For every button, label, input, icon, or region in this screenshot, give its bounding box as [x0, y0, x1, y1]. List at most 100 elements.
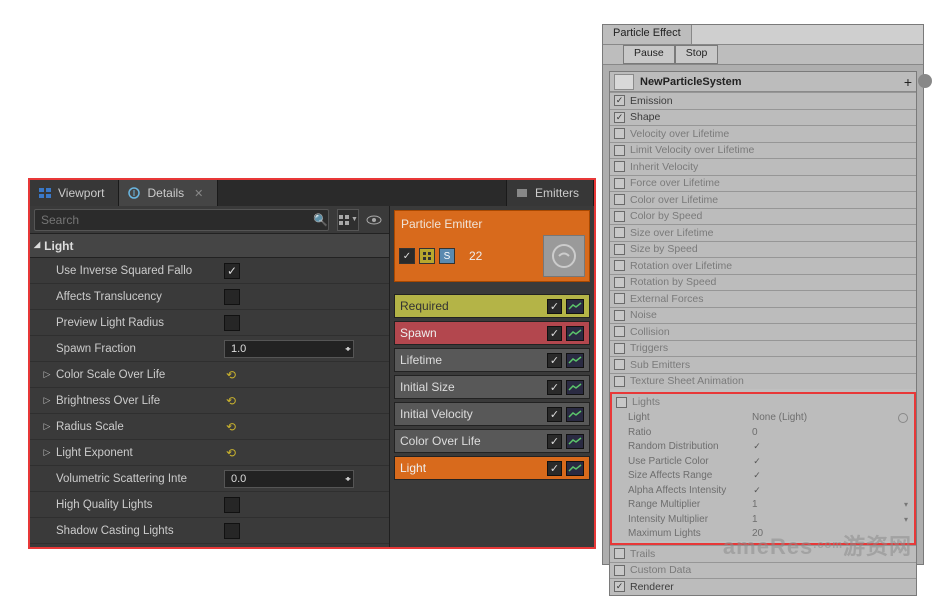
module-lights[interactable]: Lights — [612, 394, 914, 411]
stop-button[interactable]: Stop — [675, 45, 719, 64]
graph-icon[interactable] — [566, 461, 584, 476]
module-collision[interactable]: Collision — [610, 323, 916, 340]
system-header[interactable]: NewParticleSystem + — [610, 72, 916, 92]
module-sub-emitters[interactable]: Sub Emitters — [610, 356, 916, 373]
checkbox-shadow-lights[interactable] — [224, 523, 240, 539]
reset-icon[interactable]: ⟲ — [226, 446, 236, 460]
emitter-toggle-enabled[interactable]: ✓ — [399, 248, 415, 264]
reset-icon[interactable]: ⟲ — [226, 394, 236, 408]
module-initial-velocity[interactable]: Initial Velocity✓ — [394, 402, 590, 426]
details-column: 🔍 ▼ Light Use Inverse Squared Fallo ✓ Af… — [30, 206, 390, 547]
unity-tab-bar: Particle Effect — [603, 25, 923, 45]
lights-module-expanded: Lights LightNone (Light) Ratio0 Random D… — [610, 392, 916, 545]
prop-affects-translucency: Affects Translucency — [30, 284, 389, 310]
reset-icon[interactable]: ⟲ — [226, 420, 236, 434]
prop-size-affects-range[interactable]: Size Affects Range✓ — [612, 469, 914, 484]
module-color-over-life[interactable]: Color Over Life✓ — [394, 429, 590, 453]
prop-use-particle-color[interactable]: Use Particle Color✓ — [612, 454, 914, 469]
module-light[interactable]: Light✓ — [394, 456, 590, 480]
object-picker-icon[interactable] — [898, 413, 908, 423]
checkbox-hq-lights[interactable] — [224, 497, 240, 513]
category-light[interactable]: Light — [30, 234, 389, 258]
emitter-toggle-solo[interactable] — [419, 248, 435, 264]
emitter-thumbnail — [543, 235, 585, 277]
module-shape[interactable]: ✓Shape — [610, 109, 916, 126]
module-color-lifetime[interactable]: Color over Lifetime — [610, 191, 916, 208]
module-lifetime[interactable]: Lifetime✓ — [394, 348, 590, 372]
prop-volumetric-scattering: Volumetric Scattering Inte 0.0◂▸ — [30, 466, 389, 492]
emitters-column: Particle Emitter ✓ S 22 Required✓ Spawn✓… — [390, 206, 594, 547]
module-rotation-lifetime[interactable]: Rotation over Lifetime — [610, 257, 916, 274]
view-options-button[interactable]: ▼ — [337, 209, 359, 231]
tab-details[interactable]: Details ✕ — [119, 180, 218, 206]
emitter-count: 22 — [469, 249, 482, 263]
prop-hq-lights: High Quality Lights — [30, 492, 389, 518]
graph-icon[interactable] — [566, 326, 584, 341]
close-icon[interactable]: ✕ — [194, 187, 203, 200]
input-spawn-fraction[interactable]: 1.0◂▸ — [224, 340, 354, 358]
module-rotation-speed[interactable]: Rotation by Speed — [610, 274, 916, 291]
module-emission[interactable]: ✓Emission — [610, 92, 916, 109]
module-size-lifetime[interactable]: Size over Lifetime — [610, 224, 916, 241]
emitter-header[interactable]: Particle Emitter ✓ S 22 — [394, 210, 590, 282]
module-inherit-velocity[interactable]: Inherit Velocity — [610, 158, 916, 175]
module-initial-size[interactable]: Initial Size✓ — [394, 375, 590, 399]
prop-radius-scale: ▷Radius Scale ⟲ — [30, 414, 389, 440]
checkbox-preview-radius[interactable] — [224, 315, 240, 331]
graph-icon[interactable] — [566, 353, 584, 368]
prop-brightness: ▷Brightness Over Life ⟲ — [30, 388, 389, 414]
prop-light-object[interactable]: LightNone (Light) — [612, 411, 914, 426]
graph-icon[interactable] — [566, 407, 584, 422]
module-spawn[interactable]: Spawn✓ — [394, 321, 590, 345]
module-external-forces[interactable]: External Forces — [610, 290, 916, 307]
tab-details-label: Details — [147, 186, 184, 200]
tab-emitters[interactable]: Emitters — [506, 180, 594, 206]
prop-maximum-lights[interactable]: Maximum Lights20 — [612, 527, 914, 542]
system-icon — [614, 74, 634, 90]
context-dot[interactable] — [918, 74, 932, 88]
input-volumetric-scattering[interactable]: 0.0◂▸ — [224, 470, 354, 488]
graph-icon[interactable] — [566, 434, 584, 449]
tab-emitters-label: Emitters — [535, 186, 579, 200]
checkbox-inverse-falloff[interactable]: ✓ — [224, 263, 240, 279]
module-texture-sheet[interactable]: Texture Sheet Animation — [610, 373, 916, 390]
ue-tab-bar: Viewport Details ✕ Emitters — [30, 180, 594, 206]
prop-inverse-falloff: Use Inverse Squared Fallo ✓ — [30, 258, 389, 284]
module-force-lifetime[interactable]: Force over Lifetime — [610, 175, 916, 192]
prop-ratio[interactable]: Ratio0 — [612, 425, 914, 440]
unreal-details-panel: Viewport Details ✕ Emitters 🔍 ▼ Light — [28, 178, 596, 549]
module-noise[interactable]: Noise — [610, 307, 916, 324]
tab-viewport[interactable]: Viewport — [30, 180, 119, 206]
pause-button[interactable]: Pause — [623, 45, 675, 64]
add-icon[interactable]: + — [904, 74, 912, 90]
unity-particle-panel: Particle Effect Pause Stop NewParticleSy… — [602, 24, 924, 565]
emitter-toggle-s[interactable]: S — [439, 248, 455, 264]
prop-alpha-affects-intensity[interactable]: Alpha Affects Intensity✓ — [612, 483, 914, 498]
module-limit-velocity[interactable]: Limit Velocity over Lifetime — [610, 142, 916, 159]
prop-range-multiplier[interactable]: Range Multiplier1▾ — [612, 498, 914, 513]
prop-preview-radius: Preview Light Radius — [30, 310, 389, 336]
prop-intensity-multiplier[interactable]: Intensity Multiplier1▾ — [612, 512, 914, 527]
system-name: NewParticleSystem — [640, 76, 742, 88]
module-color-speed[interactable]: Color by Speed — [610, 208, 916, 225]
prop-shadow-lights: Shadow Casting Lights — [30, 518, 389, 544]
module-triggers[interactable]: Triggers — [610, 340, 916, 357]
graph-icon[interactable] — [566, 380, 584, 395]
module-required[interactable]: Required✓ — [394, 294, 590, 318]
module-renderer[interactable]: ✓Renderer — [610, 578, 916, 595]
tab-particle-effect[interactable]: Particle Effect — [603, 25, 692, 44]
search-input[interactable] — [34, 209, 329, 231]
module-custom-data[interactable]: Custom Data — [610, 562, 916, 579]
module-size-speed[interactable]: Size by Speed — [610, 241, 916, 258]
module-velocity-lifetime[interactable]: Velocity over Lifetime — [610, 125, 916, 142]
reset-icon[interactable]: ⟲ — [226, 368, 236, 382]
checkbox-affects-translucency[interactable] — [224, 289, 240, 305]
module-trails[interactable]: Trails — [610, 545, 916, 562]
prop-random-distribution[interactable]: Random Distribution✓ — [612, 440, 914, 455]
graph-icon[interactable] — [566, 299, 584, 314]
emitter-title: Particle Emitter — [399, 215, 585, 235]
visibility-icon[interactable] — [363, 209, 385, 231]
prop-color-scale: ▷Color Scale Over Life ⟲ — [30, 362, 389, 388]
emitters-icon — [515, 186, 529, 200]
prop-light-exponent: ▷Light Exponent ⟲ — [30, 440, 389, 466]
